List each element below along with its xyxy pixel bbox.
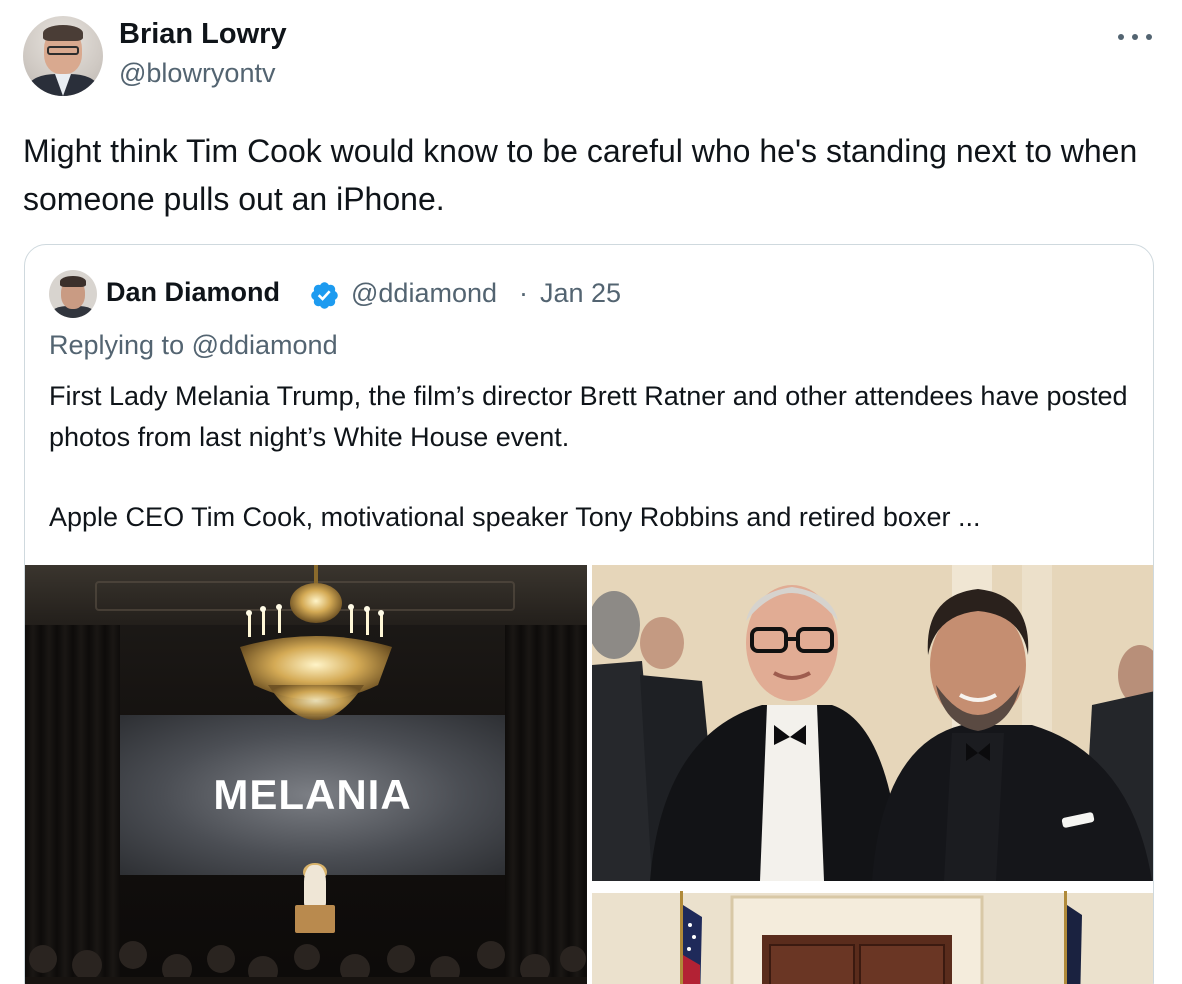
replying-prefix: Replying to — [49, 330, 192, 360]
screen-title: MELANIA — [213, 771, 412, 818]
quoted-tweet-text-1: First Lady Melania Trump, the film’s dir… — [49, 381, 1128, 452]
replying-to: Replying to @ddiamond — [49, 330, 338, 361]
author-name[interactable]: Brian Lowry — [119, 18, 287, 51]
speaker-figure — [304, 865, 326, 907]
quoted-author-avatar[interactable] — [49, 270, 97, 318]
quoted-tweet[interactable]: Dan Diamond @ddiamond · Jan 25 Replying … — [24, 244, 1154, 984]
tim-cook-brett-ratner-photo[interactable] — [592, 565, 1153, 881]
event-stage-photo[interactable]: MELANIA — [25, 565, 587, 984]
quoted-tweet-text-2: Apple CEO Tim Cook, motivational speaker… — [49, 502, 981, 532]
quoted-tweet-date[interactable]: Jan 25 — [540, 278, 621, 309]
quoted-author-handle[interactable]: @ddiamond — [351, 278, 497, 309]
more-horizontal-icon[interactable] — [1118, 22, 1152, 52]
white-house-room-photo[interactable] — [592, 885, 1153, 984]
verified-badge-icon — [311, 282, 338, 309]
media-grid: MELANIA — [25, 565, 1153, 984]
tweet: Brian Lowry @blowryontv Might think Tim … — [0, 0, 1182, 984]
audience-silhouettes — [25, 941, 587, 984]
chandelier-icon — [240, 565, 392, 720]
author-handle[interactable]: @blowryontv — [119, 58, 275, 89]
quoted-author-name[interactable]: Dan Diamond — [106, 277, 280, 308]
author-avatar[interactable] — [23, 16, 103, 96]
replying-handle[interactable]: @ddiamond — [192, 330, 338, 360]
separator-dot: · — [519, 278, 528, 308]
tweet-text: Might think Tim Cook would know to be ca… — [23, 133, 1138, 217]
